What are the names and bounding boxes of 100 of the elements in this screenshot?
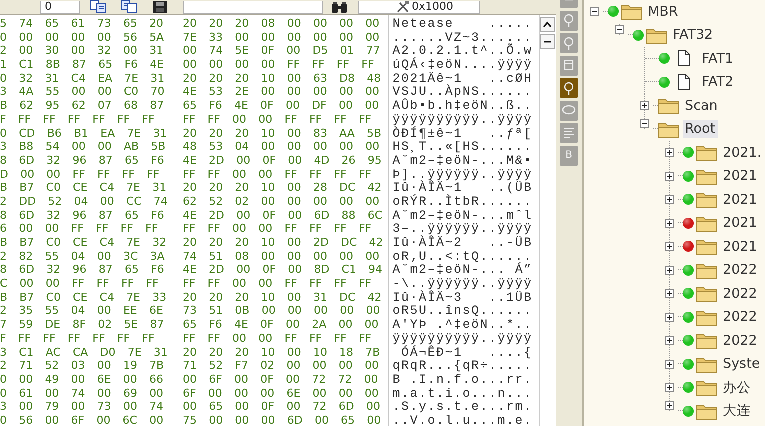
ascii-text: .S.y.s.t.e...rm.	[392, 400, 534, 414]
expand-toggle[interactable]	[665, 336, 674, 346]
hex-bytes: 0 61 00 74 00 69 00	[0, 386, 165, 400]
goto-field[interactable]: 0x1000	[358, 1, 480, 14]
tree-item[interactable]: Scan	[683, 96, 720, 115]
plus-icon	[667, 220, 672, 226]
expand-toggle[interactable]	[640, 119, 649, 128]
hex-bytes: 8 6D 32 96 87 65 F6	[0, 154, 166, 168]
ascii-text: ..V.o.l.u...m.e.	[392, 414, 534, 426]
pin-icon	[562, 13, 576, 28]
ascii-text: A˘m2–‡eöN-...mˆl	[392, 208, 534, 222]
tree-item[interactable]: 2022	[721, 284, 760, 303]
ascii-text: ÿÿÿÿÿÿÿÿÿÿ..ÿÿÿÿ	[392, 112, 534, 126]
plus-icon	[667, 150, 672, 156]
tree-item[interactable]: Syste	[721, 355, 762, 374]
expand-toggle[interactable]	[590, 7, 599, 16]
hex-bytes: B B7 C0 CE C4 7E 32	[0, 236, 168, 250]
plus-icon	[667, 338, 672, 344]
hex-bytes: 2 71 52 03 00 19 7B	[0, 359, 166, 373]
hex-bytes: 8 6D 32 96 87 65 F6	[0, 208, 166, 222]
tree-item[interactable]: FAT1	[700, 50, 736, 68]
hex-bytes: 20 20 20 10 00 2D DC 42	[183, 236, 384, 250]
hex-bytes: 20 20 20 10 00 31 DC 42	[183, 290, 382, 304]
tree-item[interactable]: 办公	[721, 378, 753, 398]
expand-toggle[interactable]	[665, 266, 674, 275]
hex-bytes: 2 35 55 04 00 EE 6E	[0, 304, 164, 318]
pin-icon	[562, 80, 576, 96]
ascii-text: VSJU..ÀpNS......	[392, 85, 534, 100]
hex-bytes: 4E 2D 00 0F 00 8D C1 94	[183, 263, 383, 278]
plus-icon	[667, 268, 672, 273]
tree-item[interactable]: 2022	[721, 261, 760, 280]
expand-toggle[interactable]	[665, 148, 674, 158]
minus-icon	[642, 121, 647, 126]
ascii-text: ÿÿÿÿÿÿÿÿÿÿ..ÿÿÿÿ	[392, 332, 534, 346]
hex-bytes: 75 00 00 00 6D 00 65 00	[183, 414, 382, 426]
tool-button[interactable]	[560, 78, 578, 98]
tree-item[interactable]: FAT32	[671, 26, 716, 44]
tree-item[interactable]: Root	[683, 120, 718, 138]
ascii-text: ......VZ~3......	[392, 30, 534, 44]
tree-item[interactable]: 2022	[721, 332, 760, 350]
expand-toggle[interactable]	[665, 218, 674, 228]
ascii-text: oR5U..însQ......	[392, 304, 534, 318]
tree-item[interactable]: 2021	[721, 214, 760, 232]
ascii-text: qRqR...{qR÷.....	[392, 359, 534, 373]
hex-bytes: F FF FF FF FF FF FF	[0, 112, 156, 126]
expand-toggle[interactable]	[665, 383, 674, 392]
hex-bytes: 2 00 30 00 32 00 31	[0, 44, 165, 58]
tree-item[interactable]: 2021	[721, 238, 760, 256]
plus-icon	[667, 362, 672, 367]
hex-bytes: 5 74 65 61 73 65 20	[0, 17, 165, 31]
tree-item[interactable]: FAT2	[700, 73, 736, 92]
expand-toggle[interactable]	[665, 401, 674, 410]
hex-bytes: D 00 00 FF FF FF FF	[0, 168, 161, 182]
ascii-text: ÓÁ¬ÊÐ~1 ....{	[400, 346, 534, 360]
expand-toggle[interactable]	[665, 360, 674, 369]
hex-bytes: FF FF 00 00 FF FF FF FF	[183, 222, 372, 236]
hex-bytes: 20 20 20 10 00 63 D8 48	[183, 72, 382, 86]
ascii-text: 2021Äê~1 ..cØH	[392, 72, 534, 86]
scroll-thumb[interactable]	[540, 34, 556, 49]
ascii-text: A˘m2–‡eöN-... Á”	[392, 263, 534, 278]
plus-icon	[667, 291, 672, 296]
offset-field[interactable]: 0	[40, 1, 80, 14]
hex-bytes: 71 52 F7 02 00 00 00 00	[183, 359, 379, 373]
expand-toggle[interactable]	[665, 312, 674, 322]
tree-item[interactable]: 2021.	[721, 144, 764, 162]
expand-toggle[interactable]	[665, 289, 674, 298]
minus-icon	[543, 40, 552, 44]
tree-item[interactable]: 2021	[721, 190, 760, 209]
scroll-icon	[562, 58, 576, 73]
plus-icon	[667, 244, 672, 250]
ascii-text: B .I.n.f.o...rr.	[392, 372, 534, 387]
search-field[interactable]	[183, 1, 323, 14]
tree-item[interactable]: 2022	[721, 308, 760, 326]
hex-bytes: 3 C1 AC CA D0 7E 31	[0, 346, 169, 360]
scroll-up-button[interactable]	[540, 17, 556, 32]
minus-icon	[592, 9, 597, 14]
tree-item[interactable]: 大连	[721, 401, 753, 422]
hex-bytes: FF FF 00 00 FF FF FF FF	[183, 168, 372, 182]
plus-icon	[667, 174, 672, 179]
tree-item[interactable]: 2021	[721, 167, 760, 186]
ascii-text: A'YÞ .^‡eöN..*..	[392, 318, 534, 332]
plus-icon	[642, 103, 647, 108]
hex-bytes: 3 4A 55 00 00 C0 70	[0, 85, 166, 100]
hex-bytes: FF FF 00 00 FF FF FF FF	[183, 112, 372, 126]
expand-toggle[interactable]	[665, 242, 674, 252]
expand-toggle[interactable]	[665, 195, 674, 204]
hex-bytes: 2 DD 52 04 00 CC 74	[0, 194, 169, 209]
hex-bytes: 0 00 49 00 6E 00 66	[0, 372, 165, 387]
expand-toggle[interactable]	[615, 25, 624, 34]
hex-bytes: 20 20 20 10 00 83 AA 5B	[183, 126, 382, 140]
minus-icon	[617, 27, 622, 32]
hex-bytes: FF FF 00 00 FF FF FF FF	[183, 277, 372, 291]
hex-bytes: 4E 53 2E 00 00 00 00 00	[183, 85, 380, 100]
expand-toggle[interactable]	[665, 172, 674, 181]
tree-item[interactable]: MBR	[646, 2, 680, 21]
file-icon	[678, 74, 691, 91]
caret-icon	[543, 20, 552, 28]
expand-toggle[interactable]	[640, 101, 649, 110]
hex-bytes: 4E 2D 00 0F 00 6D 88 6C	[183, 208, 383, 222]
hex-bytes: 65 F6 4E 0F 00 2A 00 00	[183, 318, 379, 332]
